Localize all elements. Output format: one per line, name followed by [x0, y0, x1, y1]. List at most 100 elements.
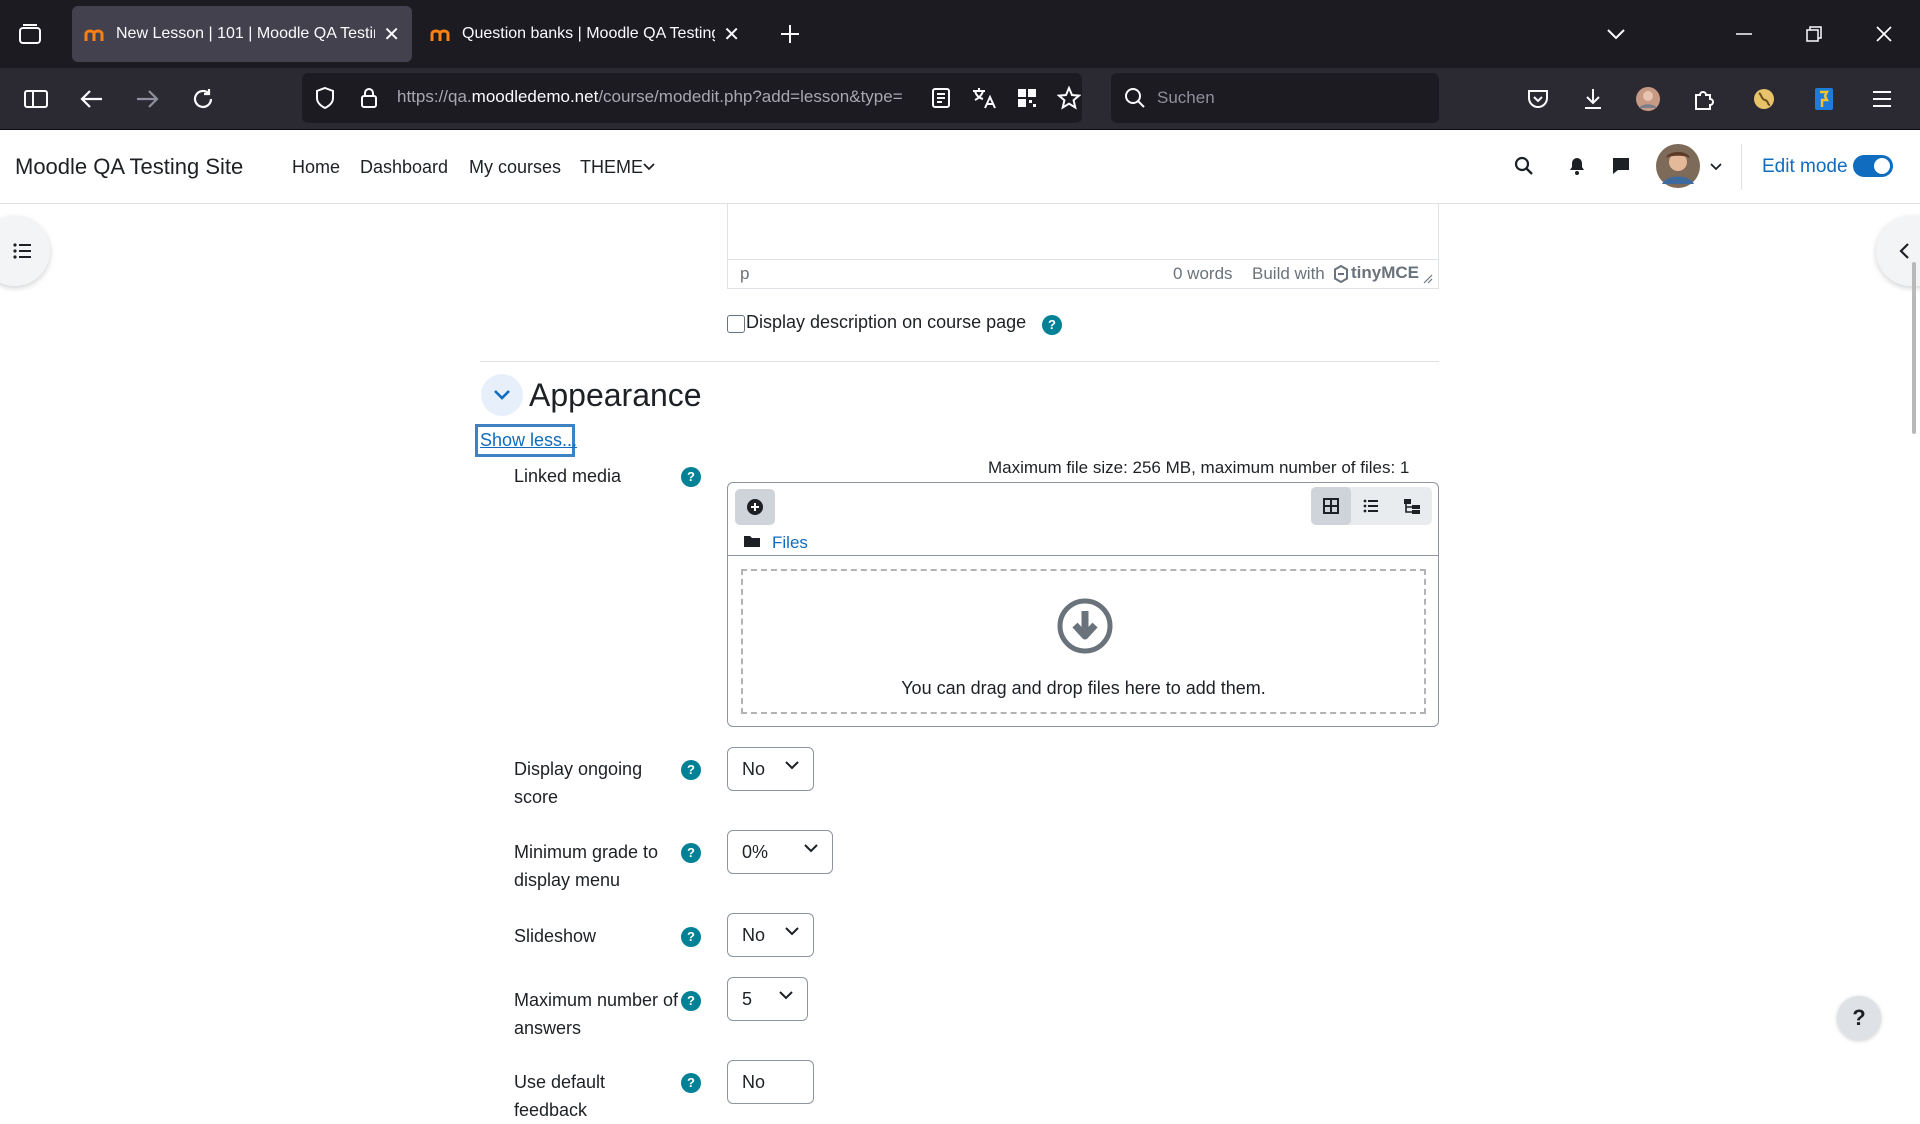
help-footer-button[interactable]: ?	[1837, 996, 1881, 1040]
chevron-down-icon	[785, 761, 799, 770]
help-icon[interactable]: ?	[681, 467, 701, 487]
user-menu-chevron-icon[interactable]	[1710, 163, 1722, 171]
qr-code-icon[interactable]	[1009, 80, 1045, 116]
collapse-section-button[interactable]	[481, 374, 523, 416]
reload-icon[interactable]	[185, 81, 221, 117]
url-text[interactable]: https://qa.moodledemo.net/course/modedit…	[397, 87, 917, 107]
tab-new-lesson[interactable]: New Lesson | 101 | Moodle QA Testing ✕	[72, 6, 412, 62]
grid-view-icon[interactable]	[1311, 487, 1351, 525]
list-view-icon[interactable]	[1363, 498, 1379, 514]
filemanager-divider	[728, 555, 1438, 556]
select-value: No	[742, 759, 766, 779]
minimum-grade-select[interactable]: 0%	[727, 830, 833, 874]
select-value: No	[742, 925, 766, 945]
nav-my-courses[interactable]: My courses	[469, 157, 561, 178]
bookmark-star-icon[interactable]	[1051, 80, 1087, 116]
url-path: /course/modedit.php?add=lesson&type=	[598, 87, 903, 106]
file-drop-zone[interactable]: You can drag and drop files here to add …	[741, 569, 1426, 714]
navbar-divider	[1741, 144, 1742, 190]
help-icon[interactable]: ?	[681, 991, 701, 1011]
view-switcher	[1311, 487, 1432, 525]
tab-title: Question banks | Moodle QA Testing Si	[462, 25, 716, 42]
chevron-left-icon	[1898, 242, 1910, 260]
close-tab-icon[interactable]: ✕	[723, 22, 740, 47]
editor-word-count[interactable]: 0 words	[1173, 264, 1233, 284]
close-window-icon[interactable]	[1866, 16, 1902, 52]
edit-mode-toggle[interactable]	[1853, 155, 1893, 177]
help-icon[interactable]: ?	[681, 927, 701, 947]
nav-home[interactable]: Home	[292, 157, 340, 178]
help-icon[interactable]: ?	[1042, 315, 1062, 335]
select-value: 0%	[742, 842, 769, 862]
tree-view-icon[interactable]	[1403, 498, 1421, 514]
extension-globe-icon[interactable]	[1746, 81, 1782, 117]
tab-overview-icon[interactable]	[12, 16, 48, 52]
add-file-button[interactable]	[735, 489, 775, 525]
help-icon[interactable]: ?	[681, 760, 701, 780]
course-index-drawer-button[interactable]	[0, 216, 50, 286]
site-name[interactable]: Moodle QA Testing Site	[15, 154, 243, 180]
forward-icon[interactable]	[129, 81, 165, 117]
user-avatar[interactable]	[1656, 144, 1700, 188]
tinymce-brand[interactable]: tinyMCE	[1351, 263, 1419, 283]
extension-flag-icon[interactable]	[1806, 81, 1842, 117]
app-menu-icon[interactable]	[1864, 81, 1900, 117]
description-editor[interactable]: p 0 words Build with tinyMCE	[727, 204, 1439, 289]
downloads-icon[interactable]	[1575, 81, 1611, 117]
help-icon[interactable]: ?	[681, 843, 701, 863]
chevron-down-icon	[785, 927, 799, 936]
section-title: Appearance	[529, 377, 702, 413]
files-folder-link[interactable]: Files	[772, 533, 808, 553]
folder-icon	[743, 534, 761, 548]
restore-icon[interactable]	[1796, 16, 1832, 52]
help-question-mark: ?	[1852, 1005, 1866, 1030]
messages-chat-icon[interactable]	[1611, 156, 1631, 176]
plus-circle-icon	[746, 498, 764, 516]
back-icon[interactable]	[74, 81, 110, 117]
show-less-link[interactable]: Show less...	[475, 424, 577, 457]
slideshow-select[interactable]: No	[727, 913, 814, 957]
notifications-bell-icon[interactable]	[1568, 156, 1586, 176]
reader-view-icon[interactable]	[923, 80, 959, 116]
tab-question-banks[interactable]: Question banks | Moodle QA Testing Si ✕	[418, 6, 752, 62]
file-limits-text: Maximum file size: 256 MB, maximum numbe…	[988, 458, 1410, 477]
extensions-puzzle-icon[interactable]	[1686, 81, 1722, 117]
pocket-icon[interactable]	[1520, 81, 1556, 117]
sidebar-toggle-icon[interactable]	[18, 81, 54, 117]
chevron-down-icon	[494, 390, 510, 400]
display-description-checkbox[interactable]	[727, 315, 745, 333]
editor-element-path[interactable]: p	[740, 264, 749, 284]
new-tab-icon[interactable]	[772, 16, 808, 52]
nav-dashboard[interactable]: Dashboard	[360, 157, 448, 178]
account-avatar-icon[interactable]	[1630, 81, 1666, 117]
url-bar[interactable]: https://qa.moodledemo.net/course/modedit…	[302, 73, 1082, 123]
display-description-label[interactable]: Display description on course page	[746, 312, 1026, 333]
lock-icon[interactable]	[351, 80, 387, 116]
editor-build-with: Build with	[1252, 264, 1325, 283]
browser-search-bar[interactable]: Suchen	[1111, 73, 1439, 123]
maximum-answers-label: Maximum number of answers	[514, 990, 679, 1038]
display-ongoing-score-label: Display ongoing score	[514, 759, 643, 807]
search-icon	[1117, 80, 1153, 116]
minimize-icon[interactable]	[1726, 16, 1762, 52]
default-feedback-select[interactable]: No	[727, 1060, 814, 1104]
search-icon[interactable]	[1514, 156, 1534, 176]
page-scrollbar[interactable]	[1912, 262, 1916, 434]
display-ongoing-score-select[interactable]: No	[727, 747, 814, 791]
maximum-answers-select[interactable]: 5	[727, 977, 808, 1021]
list-all-tabs-icon[interactable]	[1598, 16, 1634, 52]
list-icon	[13, 243, 33, 259]
select-value: 5	[742, 989, 753, 1009]
resize-handle-icon[interactable]	[1423, 274, 1433, 284]
nav-theme[interactable]: THEME	[580, 157, 643, 178]
chevron-down-icon	[804, 844, 818, 853]
tracking-protection-shield-icon[interactable]	[307, 80, 343, 116]
drop-zone-text: You can drag and drop files here to add …	[901, 678, 1266, 698]
tinymce-logo-icon[interactable]	[1333, 265, 1349, 283]
close-tab-icon[interactable]: ✕	[383, 22, 400, 47]
tab-title: New Lesson | 101 | Moodle QA Testing	[116, 25, 376, 42]
help-icon[interactable]: ?	[681, 1073, 701, 1093]
translate-icon[interactable]	[966, 80, 1002, 116]
slideshow-label: Slideshow	[514, 926, 597, 946]
chevron-down-icon	[779, 991, 793, 1000]
